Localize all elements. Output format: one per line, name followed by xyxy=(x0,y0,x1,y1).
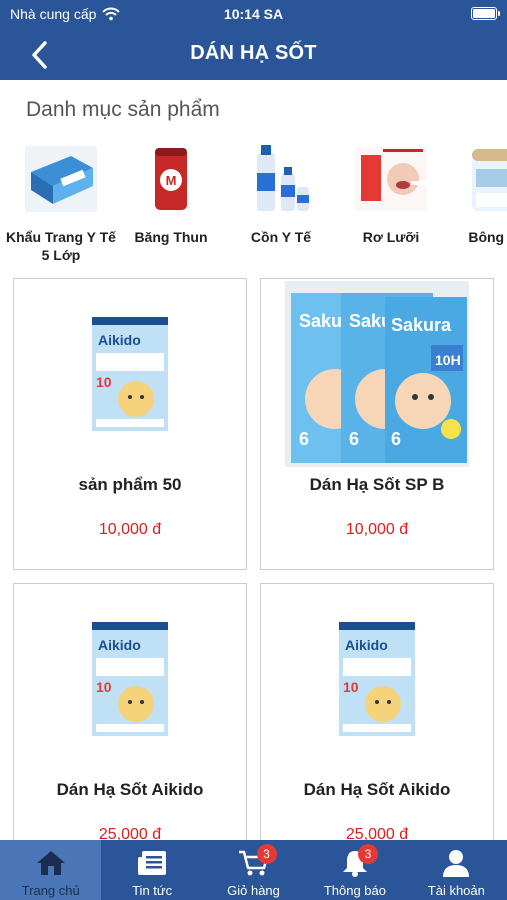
header: Nhà cung cấp 10:14 SA DÁN HẠ SỐT xyxy=(0,0,507,80)
tab-notifications[interactable]: 3 Thông báo xyxy=(304,840,405,900)
category-item-elastic-bandage[interactable]: M Băng Thun xyxy=(116,140,226,246)
category-label: Khẩu Trang Y Tế 5 Lớp xyxy=(6,229,116,263)
category-label: Bông Ráy xyxy=(468,229,507,245)
svg-text:M: M xyxy=(166,173,177,188)
svg-text:10H: 10H xyxy=(435,352,461,368)
page-title: DÁN HẠ SỐT xyxy=(190,42,317,64)
navigation-bar: DÁN HẠ SỐT xyxy=(0,30,507,80)
face-mask-box-icon xyxy=(22,140,100,218)
tab-news[interactable]: Tin tức xyxy=(101,840,202,900)
tab-label: Giỏ hàng xyxy=(227,883,280,898)
status-bar: Nhà cung cấp 10:14 SA xyxy=(0,0,507,30)
tongue-cleaner-pack-icon xyxy=(352,140,430,218)
product-name: Dán Hạ Sốt Aikido xyxy=(303,780,451,799)
bandage-roll-icon: M xyxy=(132,140,210,218)
svg-text:Sakura: Sakura xyxy=(391,315,452,335)
category-list[interactable]: Khẩu Trang Y Tế 5 Lớp M Băng Thun Cồn Y … xyxy=(0,140,507,270)
notification-badge: 3 xyxy=(357,844,378,864)
home-icon xyxy=(34,848,68,878)
svg-text:Aikido: Aikido xyxy=(98,637,141,653)
tab-label: Tin tức xyxy=(132,883,173,898)
category-heading: Danh mục sản phẩm xyxy=(26,98,220,121)
svg-text:Aikido: Aikido xyxy=(345,637,388,653)
product-name: Dán Hạ Sốt SP B xyxy=(309,475,445,494)
svg-text:10: 10 xyxy=(343,679,359,695)
product-card[interactable]: Aikido 10 sản phẩm 50 10,000 đ xyxy=(13,278,247,570)
category-item-cotton-swab[interactable]: Bông Ráy xyxy=(446,140,507,246)
product-name: sản phẩm 50 xyxy=(78,475,182,494)
category-item-tongue-cleaner[interactable]: Rơ Lưỡi xyxy=(336,140,446,246)
tab-label: Thông báo xyxy=(323,883,386,898)
tab-label: Trang chủ xyxy=(21,883,80,898)
svg-text:Aikido: Aikido xyxy=(98,332,141,348)
product-price: 10,000 đ xyxy=(98,521,162,538)
aikido-package-icon: Aikido 10 xyxy=(14,279,246,469)
tab-bar: Trang chủ Tin tức 3 Giỏ hàng 3 Thông báo… xyxy=(0,840,507,900)
alcohol-bottles-icon xyxy=(242,140,320,218)
sakura-package-icon: Sakura 6 Sakura 6 Sakura 10H 6 xyxy=(261,279,493,469)
category-label: Rơ Lưỡi xyxy=(362,229,420,245)
cotton-swab-jar-icon xyxy=(462,140,507,218)
product-card[interactable]: Aikido 10 Dán Hạ Sốt Aikido 25,000 đ xyxy=(13,583,247,853)
tab-label: Tài khoản xyxy=(427,883,485,898)
product-card[interactable]: Aikido 10 Dán Hạ Sốt Aikido 25,000 đ xyxy=(260,583,494,853)
news-icon xyxy=(135,848,169,878)
category-item-medical-alcohol[interactable]: Cồn Y Tế xyxy=(226,140,336,246)
product-card[interactable]: Sakura 6 Sakura 6 Sakura 10H 6 Dán Hạ Số… xyxy=(260,278,494,570)
svg-text:6: 6 xyxy=(391,429,401,449)
svg-text:10: 10 xyxy=(96,374,112,390)
user-icon xyxy=(439,848,473,878)
status-time: 10:14 SA xyxy=(223,6,284,22)
aikido-package-icon: Aikido 10 xyxy=(14,584,246,774)
bell-icon: 3 xyxy=(338,844,378,878)
aikido-package-icon: Aikido 10 xyxy=(261,584,493,774)
tab-cart[interactable]: 3 Giỏ hàng xyxy=(203,840,304,900)
category-item-face-mask[interactable]: Khẩu Trang Y Tế 5 Lớp xyxy=(6,140,116,264)
product-name: Dán Hạ Sốt Aikido xyxy=(56,780,204,799)
svg-text:6: 6 xyxy=(349,429,359,449)
battery-icon xyxy=(471,7,500,20)
category-label: Băng Thun xyxy=(134,229,208,245)
svg-text:10: 10 xyxy=(96,679,112,695)
cart-icon: 3 xyxy=(237,844,277,878)
product-price: 10,000 đ xyxy=(345,521,409,538)
category-label: Cồn Y Tế xyxy=(250,229,312,245)
tab-home[interactable]: Trang chủ xyxy=(0,840,102,900)
svg-text:6: 6 xyxy=(299,429,309,449)
tab-account[interactable]: Tài khoản xyxy=(406,840,507,900)
cart-badge: 3 xyxy=(256,844,277,864)
